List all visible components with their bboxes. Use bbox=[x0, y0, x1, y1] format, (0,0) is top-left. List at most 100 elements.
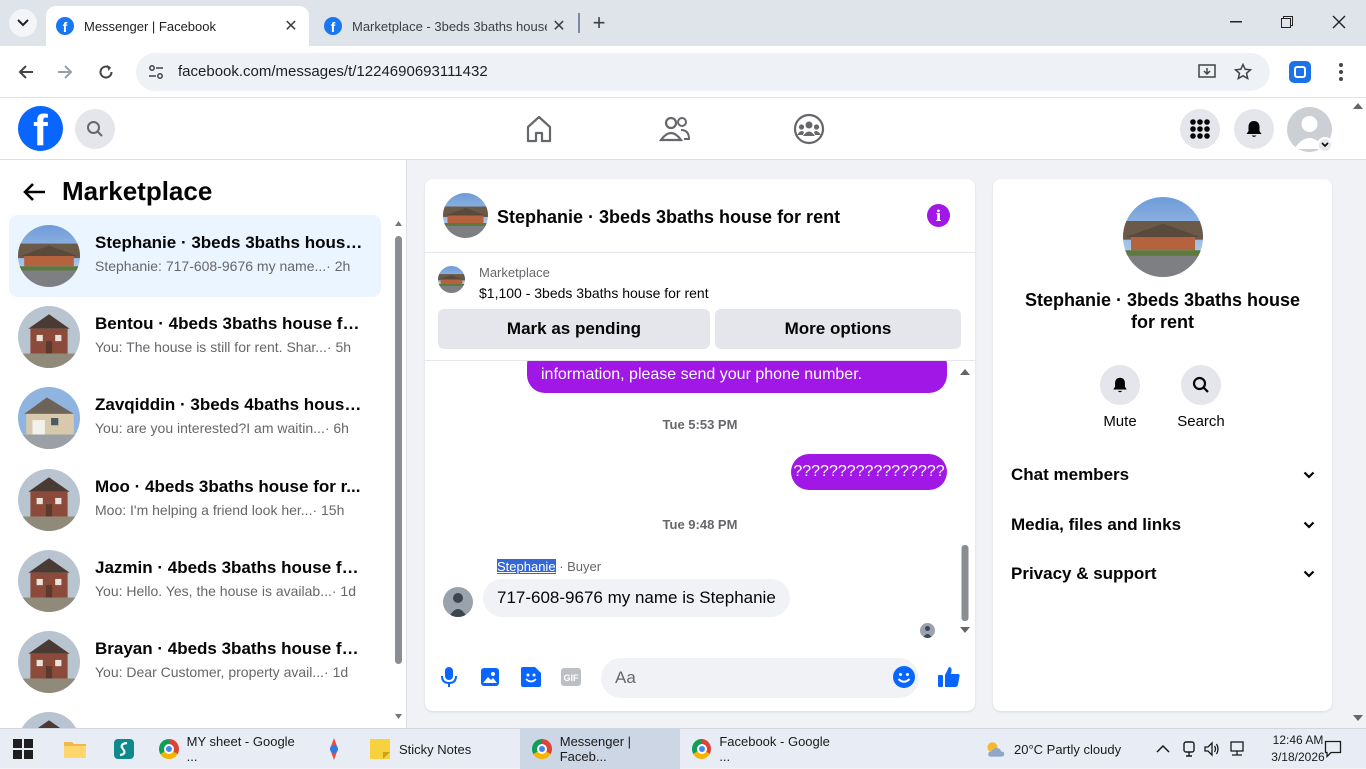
chrome-icon bbox=[532, 739, 552, 759]
system-clock[interactable]: 12:46 AM 3/18/2026 bbox=[1268, 732, 1328, 766]
message-list: information, please send your phone numb… bbox=[425, 361, 975, 651]
conversation-snippet: You: Dear Customer, property avail... bbox=[95, 664, 325, 680]
arrow-right-icon bbox=[58, 65, 73, 79]
emoji-button[interactable] bbox=[892, 665, 916, 689]
chevron-down-icon bbox=[1303, 521, 1315, 529]
browser-tab-marketplace[interactable]: f Marketplace - 3beds 3baths house ✕ bbox=[314, 6, 577, 46]
section-label: Privacy & support bbox=[1011, 564, 1157, 583]
listing-thumbnail bbox=[18, 306, 80, 368]
file-explorer-button[interactable] bbox=[63, 729, 87, 769]
volume-button[interactable] bbox=[1204, 729, 1220, 769]
home-nav-button[interactable] bbox=[522, 112, 556, 146]
voice-clip-button[interactable] bbox=[437, 665, 461, 689]
forward-button[interactable] bbox=[51, 58, 79, 86]
facebook-top-nav: f bbox=[0, 98, 1366, 160]
conversation-snippet: Moo: I'm helping a friend look her... bbox=[95, 502, 313, 518]
mute-action[interactable]: Mute bbox=[1090, 365, 1150, 430]
tray-device[interactable] bbox=[1182, 729, 1196, 769]
listing-thumbnail[interactable] bbox=[438, 266, 465, 293]
network-button[interactable] bbox=[1228, 729, 1246, 769]
gif-button[interactable]: GIF bbox=[559, 665, 583, 689]
clock-time: 12:46 AM bbox=[1272, 733, 1324, 747]
chat-avatar[interactable] bbox=[443, 193, 488, 238]
app-button[interactable] bbox=[113, 729, 135, 769]
conversation-name: Jazmin · 4beds 3baths house for... bbox=[95, 558, 365, 577]
close-tab-icon[interactable]: ✕ bbox=[279, 14, 303, 38]
address-bar[interactable]: facebook.com/messages/t/1224690693111432 bbox=[136, 53, 1270, 91]
weather-widget[interactable]: 20°C Partly cloudy bbox=[984, 729, 1121, 769]
conversation-item[interactable]: Jazmin · 4beds 3baths house for... You: … bbox=[9, 540, 381, 622]
close-tab-icon[interactable]: ✕ bbox=[547, 14, 571, 38]
taskbar-label: Messenger | Faceb... bbox=[559, 734, 632, 764]
conversation-time: · 15h bbox=[312, 502, 345, 518]
page-scroll-down-icon[interactable] bbox=[1352, 714, 1364, 722]
extension-icon[interactable] bbox=[1289, 61, 1311, 83]
conversation-avatar[interactable] bbox=[1123, 197, 1203, 277]
reload-button[interactable] bbox=[92, 58, 120, 86]
chat-scrollbar[interactable] bbox=[958, 361, 972, 651]
conversation-item[interactable]: Stephanie · 3beds 3baths house ... Steph… bbox=[9, 215, 381, 297]
like-button[interactable] bbox=[937, 665, 961, 689]
back-button[interactable] bbox=[12, 58, 40, 86]
taskbar-app[interactable] bbox=[321, 729, 347, 769]
sticker-icon bbox=[521, 667, 541, 687]
chat-members-section[interactable]: Chat members bbox=[1011, 460, 1315, 490]
mark-as-pending-button[interactable]: Mark as pending bbox=[438, 309, 710, 349]
conversation-item[interactable]: Zavqiddin · 3beds 4baths house ... You: … bbox=[9, 377, 381, 459]
search-button[interactable] bbox=[75, 109, 115, 149]
info-icon[interactable]: i bbox=[927, 204, 950, 227]
sender-name[interactable]: Stephanie bbox=[497, 559, 556, 574]
conversation-time: · 1d bbox=[324, 664, 349, 680]
sender-avatar[interactable] bbox=[443, 587, 473, 617]
restore-button[interactable] bbox=[1267, 8, 1307, 36]
media-files-links-section[interactable]: Media, files and links bbox=[1011, 510, 1315, 540]
new-tab-button[interactable]: + bbox=[586, 10, 612, 36]
back-arrow-icon[interactable] bbox=[22, 182, 46, 202]
chat-title[interactable]: Stephanie · 3beds 3baths house for rent bbox=[497, 207, 840, 228]
taskbar-chrome-messenger[interactable]: Messenger | Faceb... bbox=[520, 729, 680, 769]
conversation-snippet: Stephanie: 717-608-9676 my name... bbox=[95, 258, 327, 274]
minimize-icon bbox=[1230, 21, 1242, 23]
sender-line: Stephanie · Buyer bbox=[497, 559, 601, 574]
message-input[interactable] bbox=[601, 658, 919, 698]
start-button[interactable] bbox=[13, 729, 33, 769]
conversation-item[interactable]: Moo · 4beds 3baths house for r... Moo: I… bbox=[9, 459, 381, 541]
friends-nav-button[interactable] bbox=[658, 112, 692, 146]
browser-tab-messenger[interactable]: f Messenger | Facebook ✕ bbox=[46, 6, 309, 46]
notifications-center-button[interactable] bbox=[1324, 729, 1342, 769]
chevron-down-icon bbox=[1303, 471, 1315, 479]
sticker-button[interactable] bbox=[519, 665, 543, 689]
page-scroll-up-icon[interactable] bbox=[1352, 102, 1364, 110]
bell-icon bbox=[1246, 121, 1262, 137]
microphone-icon bbox=[441, 667, 457, 687]
tab-search-button[interactable] bbox=[9, 9, 37, 37]
conversation-item[interactable]: Bentou · 4beds 3baths house for... You: … bbox=[9, 296, 381, 378]
tab-divider bbox=[578, 13, 580, 33]
facebook-logo[interactable]: f bbox=[18, 106, 63, 151]
minimize-button[interactable] bbox=[1216, 8, 1256, 36]
conversation-item[interactable]: Brayan · 4beds 3baths house for... You: … bbox=[9, 621, 381, 703]
listing-title[interactable]: $1,100 - 3beds 3baths house for rent bbox=[479, 285, 709, 301]
reload-icon bbox=[99, 65, 113, 79]
browser-menu-icon[interactable] bbox=[1338, 62, 1344, 82]
taskbar-chrome-sheet[interactable]: MY sheet - Google ... bbox=[159, 729, 307, 769]
search-action[interactable]: Search bbox=[1171, 365, 1231, 430]
menu-button[interactable] bbox=[1180, 109, 1220, 149]
conversation-snippet: You: The house is still for rent. Shar..… bbox=[95, 339, 327, 355]
more-options-button[interactable]: More options bbox=[715, 309, 961, 349]
taskbar-sticky-notes[interactable]: Sticky Notes bbox=[369, 729, 509, 769]
windows-icon bbox=[13, 739, 33, 759]
sidebar-scrollbar[interactable] bbox=[394, 220, 403, 720]
conversation-item[interactable] bbox=[9, 702, 381, 728]
conversation-name: Stephanie · 3beds 3baths house ... bbox=[95, 233, 365, 252]
tray-overflow[interactable] bbox=[1156, 729, 1170, 769]
privacy-support-section[interactable]: Privacy & support bbox=[1011, 559, 1315, 589]
groups-nav-button[interactable] bbox=[792, 112, 826, 146]
attach-photo-button[interactable] bbox=[478, 665, 502, 689]
search-label: Search bbox=[1177, 413, 1225, 430]
close-window-button[interactable] bbox=[1319, 8, 1359, 36]
notifications-button[interactable] bbox=[1234, 109, 1274, 149]
account-dropdown-icon[interactable] bbox=[1317, 137, 1333, 153]
thumbs-up-icon bbox=[938, 667, 960, 687]
taskbar-chrome-facebook[interactable]: Facebook - Google ... bbox=[692, 729, 840, 769]
